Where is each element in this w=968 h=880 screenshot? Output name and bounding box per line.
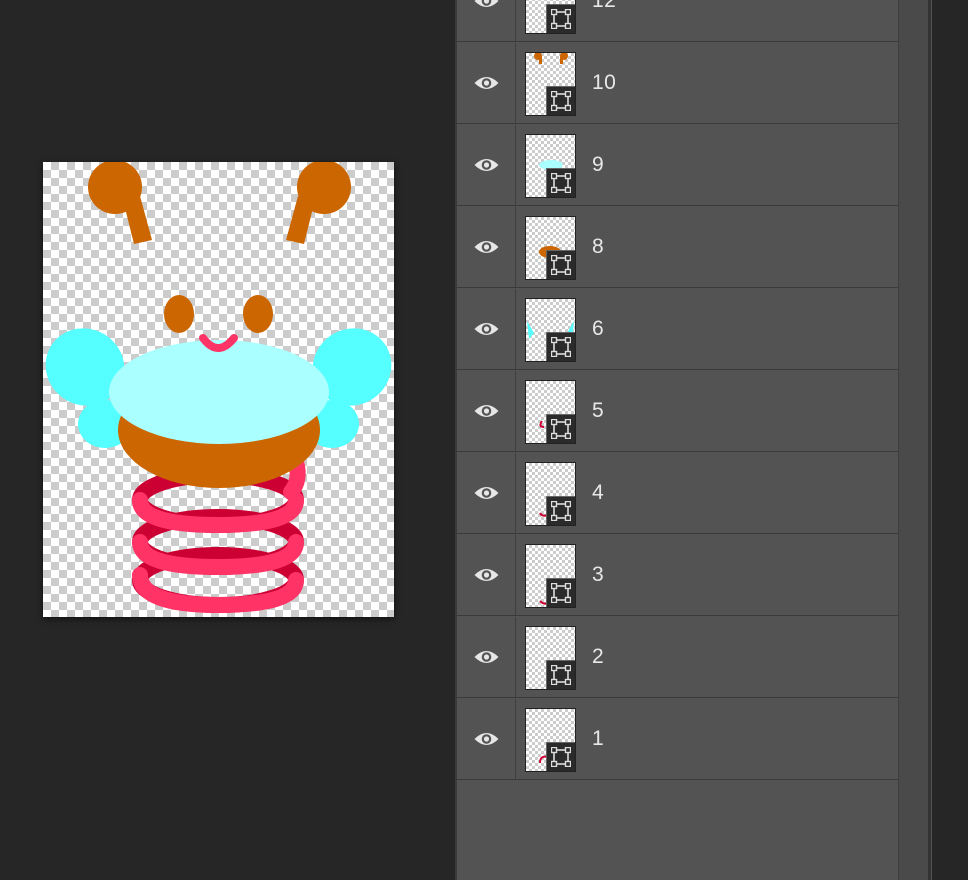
smart-object-icon [546,86,575,115]
visibility-toggle[interactable] [457,699,516,779]
layer-row[interactable]: 10 [457,43,898,124]
layer-name[interactable]: 1 [592,727,604,751]
layer-row[interactable]: 2 [457,617,898,698]
layer-thumbnail[interactable] [525,134,576,198]
eye-icon[interactable] [473,729,500,749]
eye-icon[interactable] [473,647,500,667]
layer-row[interactable]: 1 [457,699,898,780]
smart-object-icon [546,332,575,361]
smart-object-icon [546,578,575,607]
visibility-toggle[interactable] [457,0,516,41]
bee-artwork [45,162,392,614]
smart-object-icon [546,168,575,197]
layer-thumbnail[interactable] [525,462,576,526]
layer-name[interactable]: 4 [592,481,604,505]
panel-edge [928,0,931,880]
layer-row[interactable]: 8 [457,207,898,288]
layer-thumbnail[interactable] [525,626,576,690]
visibility-toggle[interactable] [457,535,516,615]
layer-row[interactable]: 6 [457,289,898,370]
layer-row[interactable]: 12 [457,0,898,42]
layer-thumbnail[interactable] [525,544,576,608]
layer-row[interactable]: 5 [457,371,898,452]
document-canvas[interactable] [43,162,394,617]
visibility-toggle[interactable] [457,289,516,369]
layer-thumbnail[interactable] [525,380,576,444]
eye-icon[interactable] [473,401,500,421]
layer-row[interactable]: 3 [457,535,898,616]
layer-row[interactable]: 4 [457,453,898,534]
layer-name[interactable]: 5 [592,399,604,423]
layer-thumbnail[interactable] [525,0,576,34]
smart-object-icon [546,4,575,33]
visibility-toggle[interactable] [457,125,516,205]
eye-icon[interactable] [473,155,500,175]
eye-icon[interactable] [473,0,500,11]
layer-name[interactable]: 6 [592,317,604,341]
layer-name[interactable]: 8 [592,235,604,259]
visibility-toggle[interactable] [457,371,516,451]
layer-thumbnail[interactable] [525,216,576,280]
eye-icon[interactable] [473,319,500,339]
layer-thumbnail[interactable] [525,708,576,772]
antenna-left [88,162,152,244]
layer-name[interactable]: 3 [592,563,604,587]
layer-thumbnail[interactable] [525,298,576,362]
layer-name[interactable]: 12 [592,0,616,13]
panel-scrollbar[interactable] [898,0,929,880]
eye-icon[interactable] [473,565,500,585]
smart-object-icon [546,660,575,689]
visibility-toggle[interactable] [457,43,516,123]
layer-name[interactable]: 9 [592,153,604,177]
visibility-toggle[interactable] [457,453,516,533]
eye-icon[interactable] [473,237,500,257]
visibility-toggle[interactable] [457,617,516,697]
layer-name[interactable]: 10 [592,71,616,95]
eye-right [243,295,273,333]
eye-icon[interactable] [473,483,500,503]
smart-object-icon [546,250,575,279]
visibility-toggle[interactable] [457,207,516,287]
body-top [109,340,329,444]
eye-left [164,295,194,333]
smart-object-icon [546,742,575,771]
layer-row[interactable]: 9 [457,125,898,206]
antenna-right [286,162,351,244]
smart-object-icon [546,414,575,443]
spring-back [132,467,304,613]
smart-object-icon [546,496,575,525]
eye-icon[interactable] [473,73,500,93]
layer-name[interactable]: 2 [592,645,604,669]
layer-thumbnail[interactable] [525,52,576,116]
